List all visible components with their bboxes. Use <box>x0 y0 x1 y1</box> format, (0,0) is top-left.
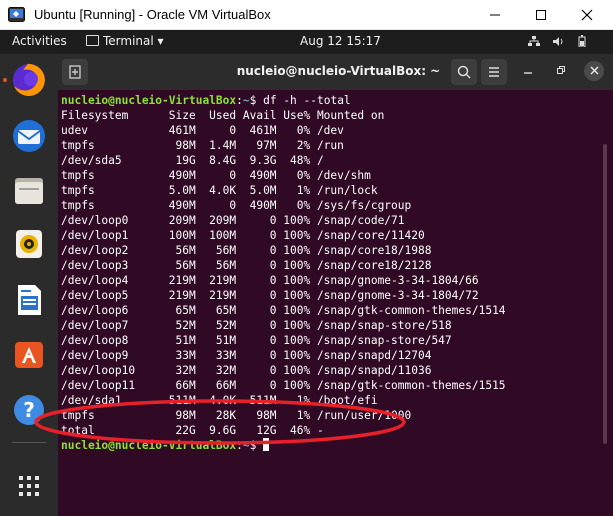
output-row: /dev/loop8 51M 51M 0 100% /snap/snap-sto… <box>61 334 452 347</box>
terminal-icon <box>86 35 99 46</box>
minimize-icon <box>490 14 500 16</box>
hamburger-icon <box>489 67 499 77</box>
svg-text:?: ? <box>23 398 35 422</box>
thunderbird-icon[interactable] <box>9 116 49 156</box>
libreoffice-writer-icon[interactable] <box>9 280 49 320</box>
output-row: tmpfs 490M 0 490M 0% /sys/fs/cgroup <box>61 199 412 212</box>
close-icon <box>590 66 598 75</box>
help-icon[interactable]: ? <box>9 390 49 430</box>
clock[interactable]: Aug 12 15:17 <box>300 34 381 48</box>
output-row: /dev/loop10 32M 32M 0 100% /snap/snapd/1… <box>61 364 432 377</box>
terminal-scrollbar[interactable] <box>603 144 607 444</box>
virtualbox-icon <box>8 7 25 22</box>
output-row: udev 461M 0 461M 0% /dev <box>61 124 344 137</box>
maximize-icon <box>536 10 546 20</box>
terminal-output[interactable]: nucleio@nucleio-VirtualBox:~$ df -h --to… <box>58 92 598 516</box>
output-row: tmpfs 5.0M 4.0K 5.0M 1% /run/lock <box>61 184 378 197</box>
output-row: tmpfs 98M 28K 98M 1% /run/user/1000 <box>61 409 412 422</box>
minimize-button[interactable] <box>472 0 518 30</box>
app-menu-label: Terminal <box>103 34 154 48</box>
output-header: Filesystem Size Used Avail Use% Mounted … <box>61 109 385 122</box>
output-row: tmpfs 98M 1.4M 97M 2% /run <box>61 139 344 152</box>
terminal-minimize-button[interactable] <box>523 65 533 78</box>
output-row: /dev/loop7 52M 52M 0 100% /snap/snap-sto… <box>61 319 452 332</box>
software-icon[interactable] <box>9 334 49 374</box>
search-button[interactable] <box>451 59 477 85</box>
command-line: nucleio@nucleio-VirtualBox:~$ df -h --to… <box>61 94 351 107</box>
restore-icon <box>557 66 565 74</box>
text-cursor <box>263 438 270 451</box>
terminal-headerbar: nucleio@nucleio-VirtualBox: ~ <box>58 54 613 90</box>
network-icon <box>528 36 540 50</box>
maximize-button[interactable] <box>518 0 564 30</box>
output-row: /dev/loop1 100M 100M 0 100% /snap/core/1… <box>61 229 425 242</box>
output-row: /dev/loop9 33M 33M 0 100% /snap/snapd/12… <box>61 349 432 362</box>
chevron-down-icon: ▾ <box>157 34 164 48</box>
host-window-titlebar: Ubuntu [Running] - Oracle VM VirtualBox <box>0 0 613 30</box>
new-tab-button[interactable] <box>62 59 88 85</box>
output-row: /dev/loop3 56M 56M 0 100% /snap/core18/2… <box>61 259 432 272</box>
close-button[interactable] <box>564 0 610 30</box>
battery-icon <box>578 35 586 50</box>
terminal-window: nucleio@nucleio-VirtualBox: ~ nucleio@nu… <box>58 54 613 516</box>
hamburger-menu-button[interactable] <box>481 59 507 85</box>
ubuntu-dock: ? <box>0 54 58 516</box>
new-tab-icon <box>69 65 81 79</box>
output-row: /dev/sda1 511M 4.0K 511M 1% /boot/efi <box>61 394 378 407</box>
output-row: /dev/loop4 219M 219M 0 100% /snap/gnome-… <box>61 274 479 287</box>
output-row: /dev/loop6 65M 65M 0 100% /snap/gtk-comm… <box>61 304 506 317</box>
dock-separator <box>12 442 46 443</box>
terminal-maximize-button[interactable] <box>556 65 566 78</box>
running-indicator <box>3 78 7 82</box>
output-total-row: total 22G 9.6G 12G 46% - <box>61 424 324 437</box>
show-applications-icon[interactable] <box>9 466 49 506</box>
output-row: /dev/sda5 19G 8.4G 9.3G 48% / <box>61 154 324 167</box>
output-row: tmpfs 490M 0 490M 0% /dev/shm <box>61 169 371 182</box>
ubuntu-top-bar: Activities Terminal ▾ Aug 12 15:17 <box>0 30 613 60</box>
activities-button[interactable]: Activities <box>12 34 67 48</box>
terminal-close-button[interactable] <box>584 61 604 81</box>
rhythmbox-icon[interactable] <box>9 224 49 264</box>
output-row: /dev/loop0 209M 209M 0 100% /snap/code/7… <box>61 214 405 227</box>
host-window-title: Ubuntu [Running] - Oracle VM VirtualBox <box>34 7 271 22</box>
search-icon <box>457 65 471 79</box>
output-row: /dev/loop2 56M 56M 0 100% /snap/core18/1… <box>61 244 432 257</box>
output-row: /dev/loop11 66M 66M 0 100% /snap/gtk-com… <box>61 379 506 392</box>
output-row: /dev/loop5 219M 219M 0 100% /snap/gnome-… <box>61 289 479 302</box>
volume-icon <box>552 36 565 50</box>
terminal-app-menu[interactable]: Terminal ▾ <box>86 34 164 48</box>
files-icon[interactable] <box>9 170 49 210</box>
minimize-icon <box>524 72 532 74</box>
close-icon <box>581 9 593 21</box>
prompt-line: nucleio@nucleio-VirtualBox:~$ <box>61 438 270 453</box>
firefox-icon[interactable] <box>9 60 49 100</box>
